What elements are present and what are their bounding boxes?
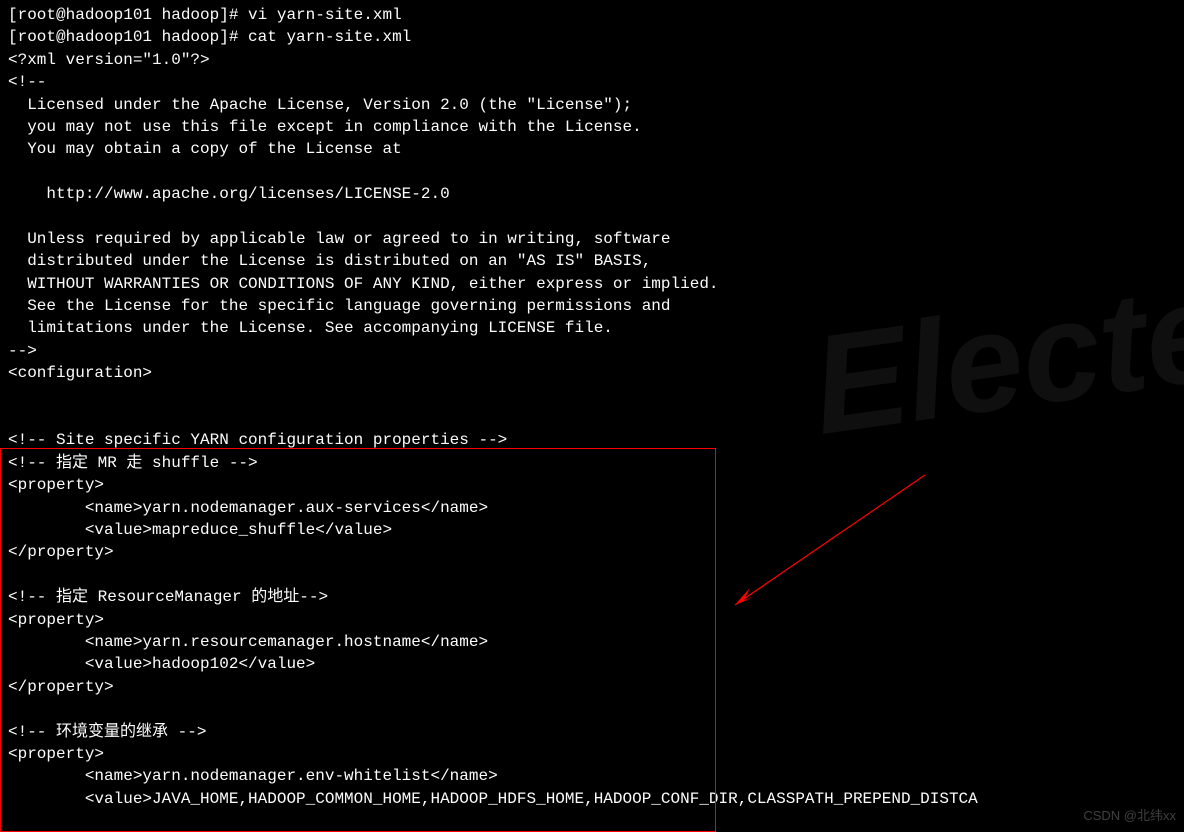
terminal-output: [root@hadoop101 hadoop]# vi yarn-site.xm… bbox=[0, 0, 1184, 814]
